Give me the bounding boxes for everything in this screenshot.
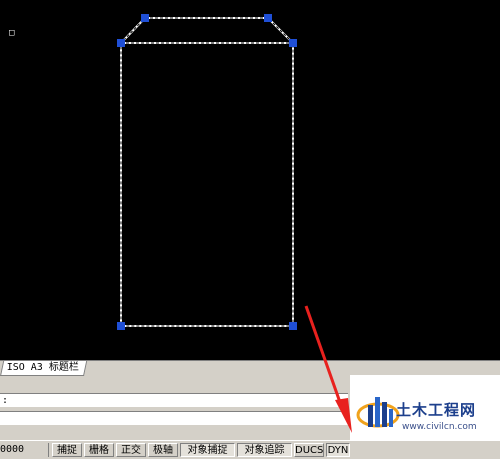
dyn-toggle[interactable]: DYN [326,443,350,457]
grip-point[interactable] [264,14,272,22]
status-bar: 0000 捕捉 栅格 正交 极轴 对象捕捉 对象追踪 DUCS DYN [0,440,500,459]
tab-iso-a3[interactable]: ISO A3 标题栏 [0,361,88,376]
ortho-toggle[interactable]: 正交 [116,443,146,457]
polar-toggle[interactable]: 极轴 [148,443,178,457]
osnap-toggle[interactable]: 对象捕捉 [180,443,235,457]
drawing-svg[interactable] [0,0,500,360]
command-history-line: : [0,393,348,407]
otrack-toggle[interactable]: 对象追踪 [237,443,292,457]
selected-polyline[interactable] [120,17,294,327]
logo-url: www.civilcn.com [402,422,477,432]
logo-title: 土木工程网 [396,401,477,419]
snap-toggle[interactable]: 捕捉 [52,443,82,457]
grip-point[interactable] [289,322,297,330]
grip-point[interactable] [141,14,149,22]
tab-label: ISO A3 标题栏 [6,362,79,373]
ducs-toggle[interactable]: DUCS [294,443,324,457]
coordinate-readout: 0000 [0,443,49,457]
grip-point[interactable] [117,39,125,47]
watermark-logo: 土木工程网 www.civilcn.com [350,375,500,440]
polyline-outline [120,17,294,327]
grip-point[interactable] [289,39,297,47]
drawing-canvas[interactable]: □ [0,0,500,360]
polyline-dash [120,17,294,327]
grip-point[interactable] [117,322,125,330]
command-input[interactable] [0,411,348,425]
grid-toggle[interactable]: 栅格 [84,443,114,457]
